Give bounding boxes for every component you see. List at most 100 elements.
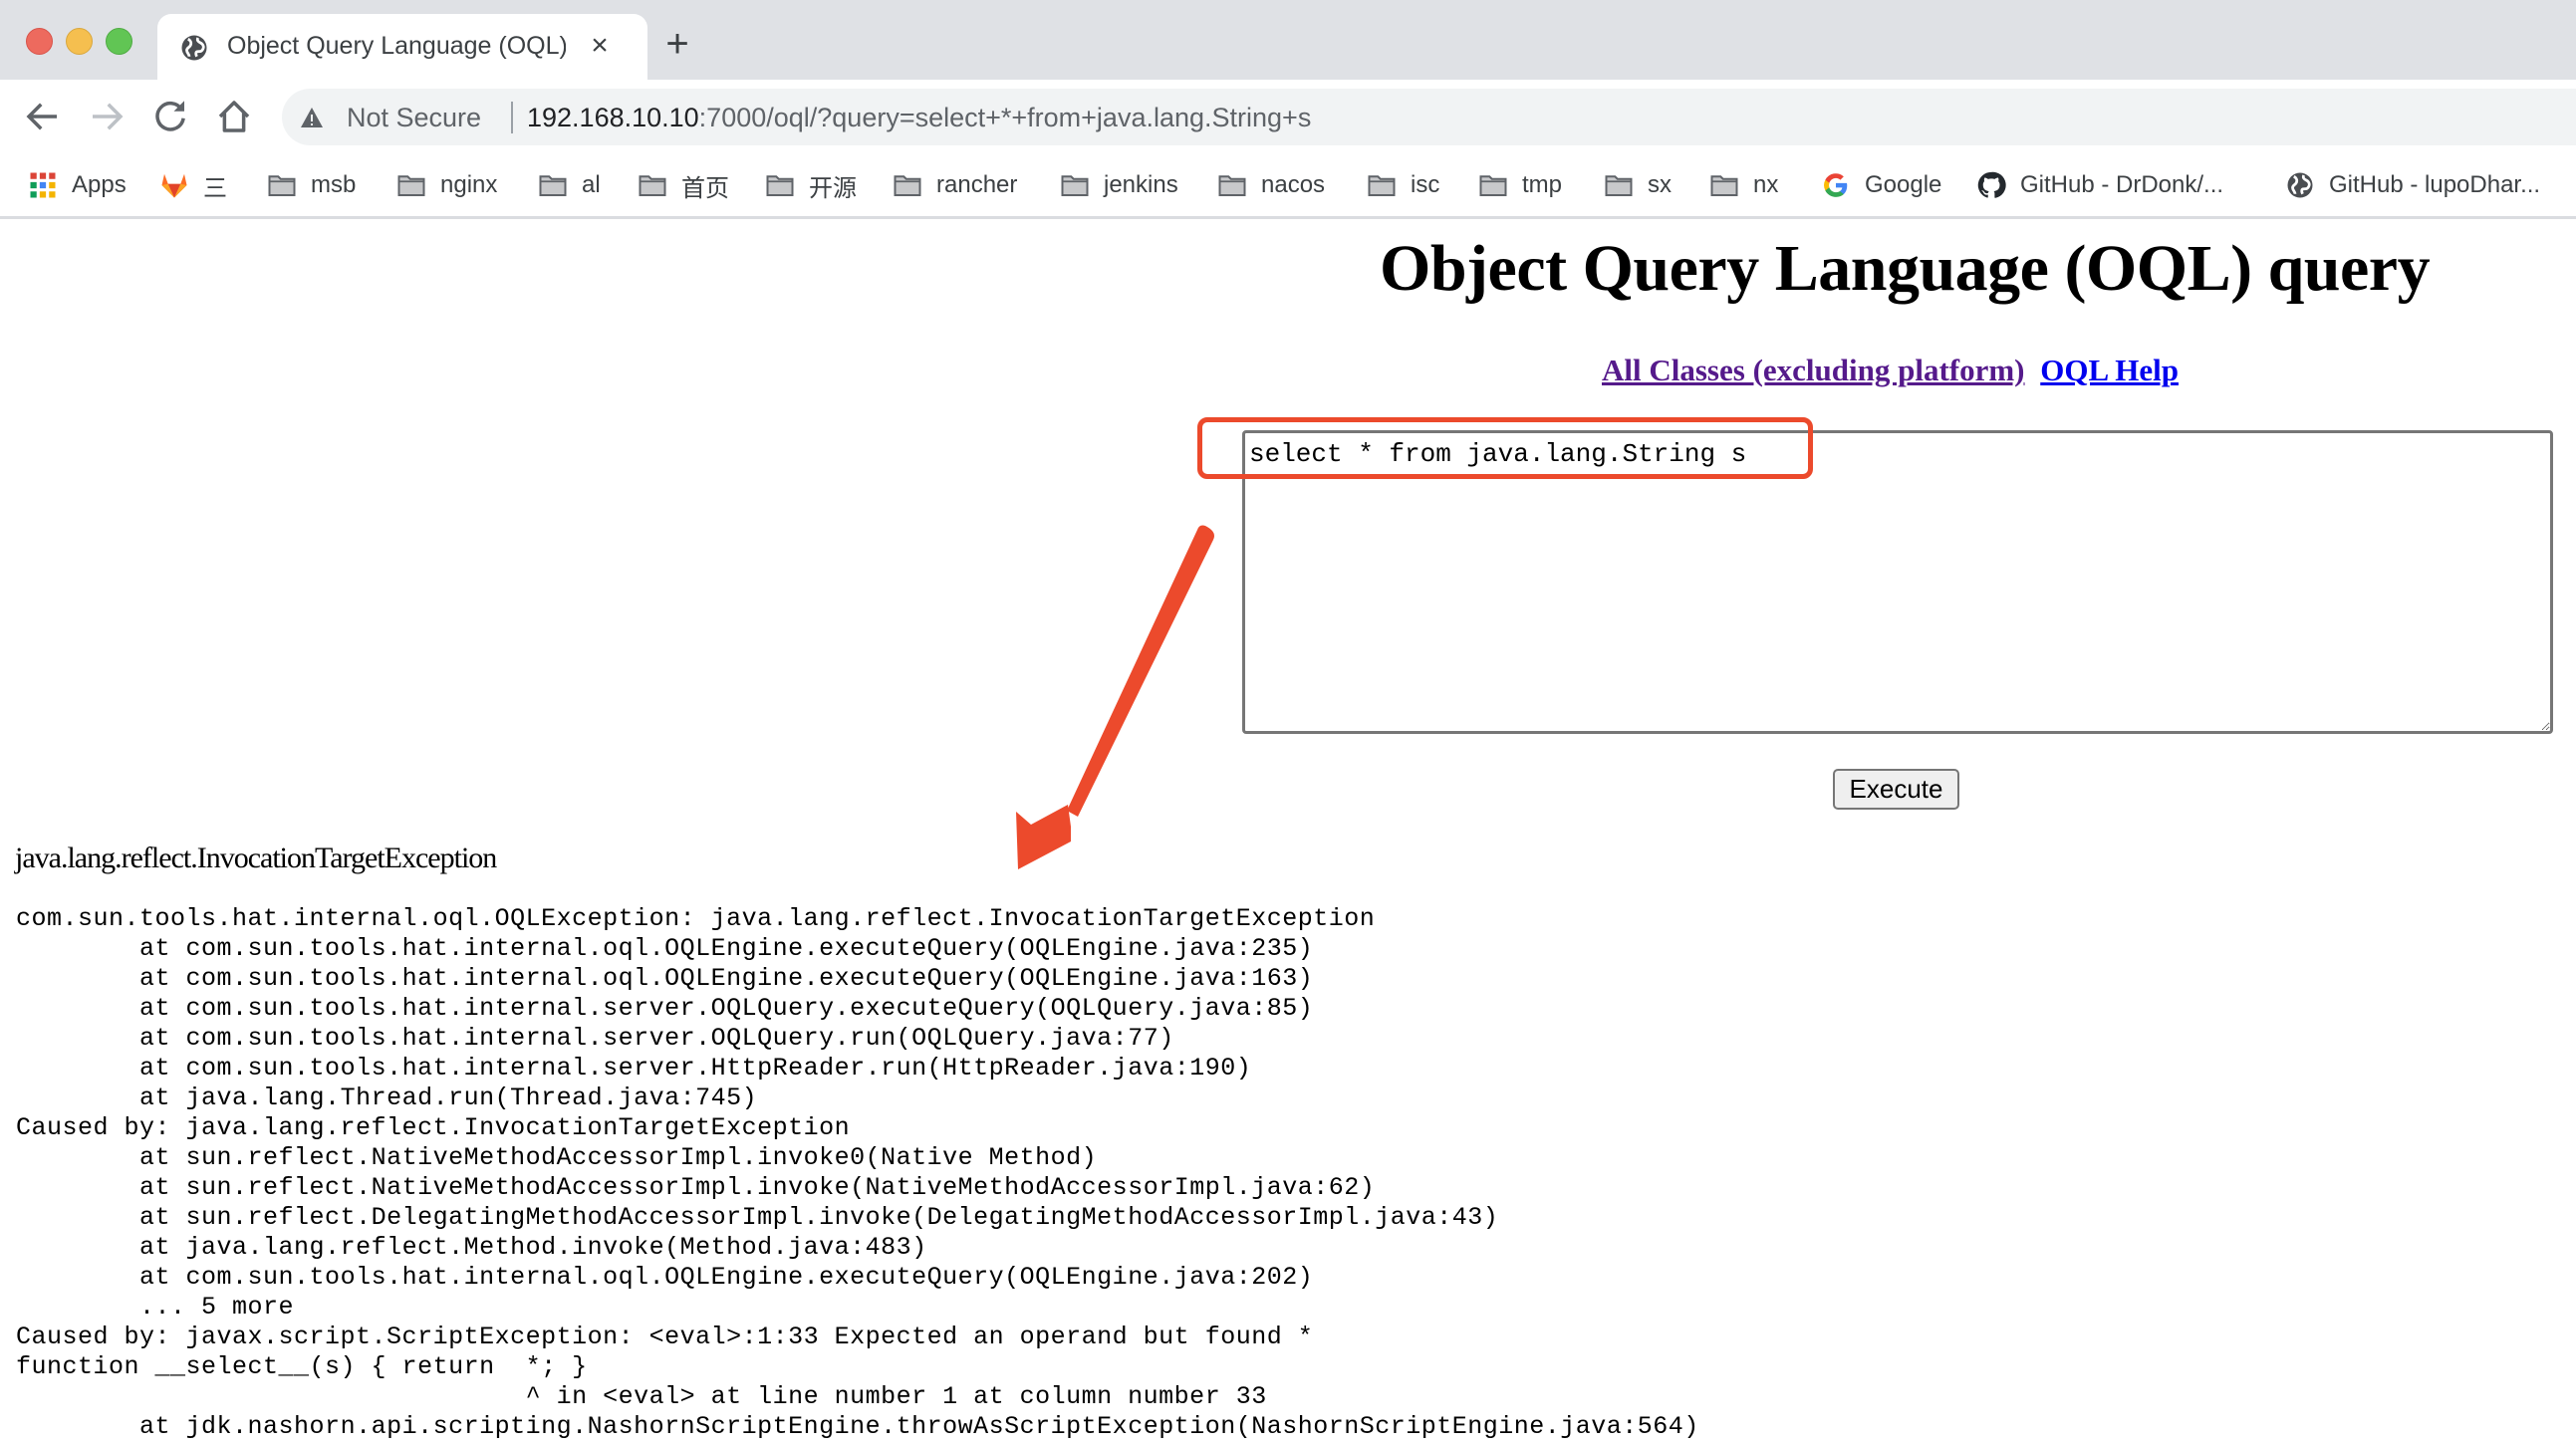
bookmark-label: jenkins bbox=[1104, 171, 1178, 198]
forward-arrow-icon[interactable] bbox=[86, 96, 128, 137]
stack-trace-line: Caused by: java.lang.reflect.InvocationT… bbox=[16, 1113, 851, 1142]
folder-icon bbox=[1367, 170, 1397, 200]
bookmark-label: msb bbox=[311, 171, 357, 198]
folder-icon bbox=[638, 170, 667, 200]
stack-trace-line: at sun.reflect.NativeMethodAccessorImpl.… bbox=[16, 1173, 1376, 1202]
annotation-arrow-shaft bbox=[1067, 525, 1214, 817]
window-minimize-button[interactable] bbox=[66, 28, 93, 55]
home-icon[interactable] bbox=[213, 96, 255, 137]
stack-trace: com.sun.tools.hat.internal.oql.OQLExcept… bbox=[16, 904, 1699, 1442]
apps-grid-icon bbox=[28, 170, 58, 200]
url-text[interactable]: 192.168.10.10:7000/oql/?query=select+*+f… bbox=[527, 103, 1311, 133]
bookmark-label: 三 bbox=[203, 174, 227, 202]
bookmark-label: GitHub - lupoDhar... bbox=[2329, 171, 2541, 198]
security-status-label[interactable]: Not Secure bbox=[347, 103, 481, 133]
stack-trace-line: at jdk.nashorn.api.scripting.NashornScri… bbox=[16, 1412, 1699, 1441]
link-spacer bbox=[2025, 353, 2033, 387]
stack-trace-line: at com.sun.tools.hat.internal.oql.OQLEng… bbox=[16, 964, 1314, 993]
bookmark-item[interactable]: nacos bbox=[1217, 168, 1325, 202]
stack-trace-line: at com.sun.tools.hat.internal.server.OQL… bbox=[16, 1024, 1174, 1053]
stack-trace-line: at com.sun.tools.hat.internal.server.OQL… bbox=[16, 994, 1314, 1023]
stack-trace-line: at java.lang.reflect.Method.invoke(Metho… bbox=[16, 1233, 927, 1262]
all-classes-link[interactable]: All Classes (excluding platform) bbox=[1602, 353, 2025, 387]
browser-toolbar: Not Secure 192.168.10.10:7000/oql/?query… bbox=[0, 80, 2576, 154]
bookmark-item[interactable]: al bbox=[538, 168, 601, 202]
bookmark-item[interactable]: sx bbox=[1604, 168, 1672, 202]
oql-help-link[interactable]: OQL Help bbox=[2040, 353, 2179, 387]
bookmark-item[interactable]: nx bbox=[1709, 168, 1778, 202]
bookmark-label: 开源 bbox=[809, 174, 857, 202]
bookmark-item[interactable]: 开源 bbox=[765, 168, 857, 202]
bookmark-label: nacos bbox=[1261, 171, 1326, 198]
folder-icon bbox=[765, 170, 795, 200]
bookmark-item[interactable]: 三 bbox=[159, 168, 227, 202]
tab-close-icon[interactable]: × bbox=[584, 28, 616, 64]
annotation-arrow-head bbox=[1016, 805, 1071, 869]
stack-trace-line: at java.lang.Thread.run(Thread.java:745) bbox=[16, 1084, 758, 1112]
stack-trace-line: com.sun.tools.hat.internal.oql.OQLExcept… bbox=[16, 904, 1376, 933]
bookmark-item[interactable]: tmp bbox=[1478, 168, 1562, 202]
bookmark-label: sx bbox=[1648, 171, 1672, 198]
bookmark-item[interactable]: rancher bbox=[893, 168, 1017, 202]
bookmark-label: Apps bbox=[72, 171, 127, 198]
bookmark-label: 首页 bbox=[681, 174, 729, 202]
folder-icon bbox=[538, 170, 568, 200]
bookmark-label: Google bbox=[1865, 171, 1942, 198]
bookmarks-bar: Apps 三 msb nginx al 首页 开源 rancher jenkins nacos is… bbox=[0, 154, 2576, 219]
gitlab-icon bbox=[159, 170, 189, 200]
bookmark-item[interactable]: nginx bbox=[396, 168, 497, 202]
address-bar[interactable]: Not Secure 192.168.10.10:7000/oql/?query… bbox=[282, 89, 2576, 145]
new-tab-button[interactable]: + bbox=[657, 24, 697, 64]
bookmark-item[interactable]: Apps bbox=[28, 168, 127, 202]
tab-strip: Object Query Language (OQL) query × + bbox=[0, 0, 2576, 80]
bookmark-item[interactable]: isc bbox=[1367, 168, 1439, 202]
folder-icon bbox=[267, 170, 297, 200]
folder-icon bbox=[893, 170, 922, 200]
folder-icon bbox=[396, 170, 426, 200]
stack-trace-line: Caused by: javax.script.ScriptException:… bbox=[16, 1323, 1314, 1351]
bookmark-label: nginx bbox=[440, 171, 498, 198]
url-host: 192.168.10.10 bbox=[527, 103, 699, 132]
omnibox-divider bbox=[511, 102, 513, 133]
tab-title: Object Query Language (OQL) query bbox=[227, 32, 566, 60]
warning-triangle-icon[interactable] bbox=[300, 106, 324, 129]
globe-icon bbox=[181, 35, 207, 61]
folder-icon bbox=[1478, 170, 1508, 200]
oql-query-input[interactable]: select * from java.lang.String s bbox=[1242, 430, 2553, 734]
window-maximize-button[interactable] bbox=[106, 28, 132, 55]
page-links: All Classes (excluding platform) OQL Hel… bbox=[1602, 353, 2179, 388]
google-icon bbox=[1821, 170, 1851, 200]
globe-icon bbox=[2285, 170, 2315, 200]
folder-icon bbox=[1709, 170, 1739, 200]
bookmark-label: isc bbox=[1411, 171, 1440, 198]
bookmark-label: rancher bbox=[936, 171, 1018, 198]
folder-icon bbox=[1217, 170, 1247, 200]
bookmark-item[interactable]: Google bbox=[1821, 168, 1941, 202]
bookmark-label: al bbox=[582, 171, 601, 198]
bookmark-label: tmp bbox=[1522, 171, 1563, 198]
stack-trace-line: function __select__(s) { return *; } bbox=[16, 1352, 588, 1381]
bookmark-item[interactable]: jenkins bbox=[1060, 168, 1178, 202]
folder-icon bbox=[1060, 170, 1090, 200]
stack-trace-line: ^ in <eval> at line number 1 at column n… bbox=[16, 1382, 1267, 1411]
error-heading: java.lang.reflect.InvocationTargetExcept… bbox=[15, 842, 497, 874]
stack-trace-line: ... 5 more bbox=[16, 1293, 295, 1322]
bookmark-item[interactable]: GitHub - lupoDhar... bbox=[2285, 168, 2540, 202]
folder-icon bbox=[1604, 170, 1634, 200]
url-path: :7000/oql/?query=select+*+from+java.lang… bbox=[698, 103, 1312, 132]
github-icon bbox=[1976, 170, 2006, 200]
browser-tab-active[interactable]: Object Query Language (OQL) query × bbox=[157, 14, 647, 80]
bookmark-item[interactable]: GitHub - DrDonk/... bbox=[1976, 168, 2223, 202]
stack-trace-line: at com.sun.tools.hat.internal.oql.OQLEng… bbox=[16, 1263, 1314, 1292]
stack-trace-line: at sun.reflect.DelegatingMethodAccessorI… bbox=[16, 1203, 1499, 1232]
window-close-button[interactable] bbox=[26, 28, 53, 55]
bookmark-label: GitHub - DrDonk/... bbox=[2020, 171, 2224, 198]
page-title: Object Query Language (OQL) query bbox=[1380, 232, 2431, 305]
bookmark-item[interactable]: 首页 bbox=[638, 168, 729, 202]
reload-icon[interactable] bbox=[149, 96, 191, 137]
execute-button[interactable]: Execute bbox=[1833, 769, 1959, 810]
bookmark-label: nx bbox=[1753, 171, 1779, 198]
bookmark-item[interactable]: msb bbox=[267, 168, 356, 202]
back-arrow-icon[interactable] bbox=[22, 96, 64, 137]
stack-trace-line: at com.sun.tools.hat.internal.server.Htt… bbox=[16, 1054, 1252, 1083]
